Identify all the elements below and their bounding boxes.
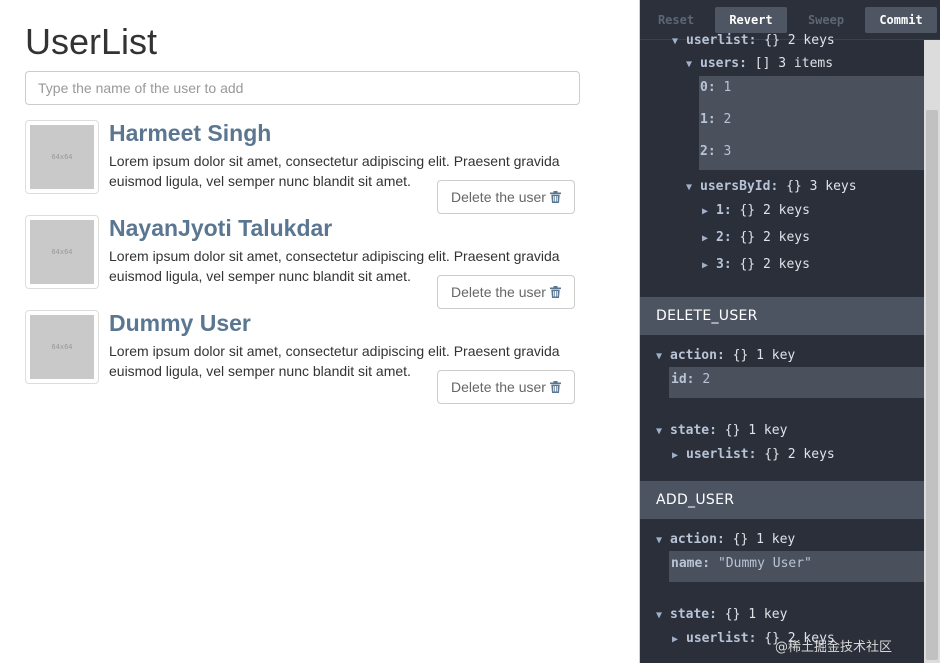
user-name: Dummy User bbox=[109, 310, 251, 336]
tree-item: 1: 2 bbox=[700, 109, 731, 131]
tree-node-users[interactable]: ▼ users: [] 3 items bbox=[686, 53, 833, 75]
action-header-add-user[interactable]: ADD_USER bbox=[640, 481, 924, 519]
user-card: 64x64 Harmeet Singh Lorem ipsum dolor si… bbox=[25, 120, 585, 214]
tree-key: usersById: bbox=[700, 179, 779, 194]
tree-item: id: 2 bbox=[671, 369, 710, 391]
devtools-scrollbar-thumb[interactable] bbox=[926, 110, 938, 660]
avatar-placeholder-label: 64x64 bbox=[51, 248, 73, 256]
userlist-app: UserList 64x64 Harmeet Singh Lorem ipsum… bbox=[0, 0, 640, 663]
tree-key: users: bbox=[700, 56, 747, 71]
tree-key: userlist: bbox=[686, 447, 757, 462]
tree-value: {} 2 keys bbox=[764, 447, 835, 462]
expand-arrow-icon: ▼ bbox=[656, 610, 663, 621]
tree-item: 2: 3 bbox=[700, 141, 731, 163]
user-name: Harmeet Singh bbox=[109, 120, 272, 146]
expand-arrow-icon: ▼ bbox=[672, 36, 679, 47]
expand-arrow-icon: ▼ bbox=[686, 59, 693, 70]
user-card: 64x64 NayanJyoti Talukdar Lorem ipsum do… bbox=[25, 215, 585, 309]
trash-icon bbox=[549, 191, 561, 203]
tree-value: {} 2 keys bbox=[764, 33, 835, 48]
tree-node-collapsed[interactable]: ▶ 2: {} 2 keys bbox=[702, 227, 810, 249]
tree-item: name: "Dummy User" bbox=[671, 553, 812, 575]
tree-key: 2: bbox=[716, 230, 732, 245]
tree-item: 0: 1 bbox=[700, 77, 731, 99]
tree-key: state: bbox=[670, 607, 717, 622]
tree-value: [] 3 items bbox=[754, 56, 834, 71]
tree-node-collapsed[interactable]: ▶ 3: {} 2 keys bbox=[702, 254, 810, 276]
tree-key: userlist: bbox=[686, 631, 757, 646]
tree-key: state: bbox=[670, 423, 717, 438]
tree-node-state[interactable]: ▼ state: {} 1 key bbox=[656, 420, 787, 442]
collapse-arrow-icon: ▶ bbox=[702, 260, 709, 271]
tree-node-state[interactable]: ▼ state: {} 1 key bbox=[656, 604, 787, 626]
collapse-arrow-icon: ▶ bbox=[702, 233, 709, 244]
tree-key: id: bbox=[671, 372, 695, 387]
avatar: 64x64 bbox=[25, 310, 99, 384]
tree-key: name: bbox=[671, 556, 711, 571]
tree-value: {} 1 key bbox=[724, 423, 788, 438]
tree-key: action: bbox=[670, 348, 725, 363]
tree-node-userlist[interactable]: ▼ userlist: {} 2 keys bbox=[672, 30, 835, 52]
delete-user-label: Delete the user bbox=[451, 284, 546, 300]
tree-value: {} 2 keys bbox=[739, 230, 810, 245]
delete-user-button[interactable]: Delete the user bbox=[437, 370, 575, 404]
tree-value: {} 1 key bbox=[732, 348, 796, 363]
tree-key: 1: bbox=[700, 112, 716, 127]
tree-key: 0: bbox=[700, 80, 716, 95]
delete-user-label: Delete the user bbox=[451, 379, 546, 395]
tree-node-action[interactable]: ▼ action: {} 1 key bbox=[656, 529, 795, 551]
tree-value: 2 bbox=[702, 372, 711, 387]
tree-node-collapsed[interactable]: ▶ userlist: {} 2 keys bbox=[672, 444, 835, 466]
tree-node-collapsed[interactable]: ▶ 1: {} 2 keys bbox=[702, 200, 810, 222]
tree-value: 2 bbox=[723, 112, 732, 127]
tree-node-usersbyid[interactable]: ▼ usersById: {} 3 keys bbox=[686, 176, 857, 198]
tree-value: 1 bbox=[723, 80, 732, 95]
tree-key: 2: bbox=[700, 144, 716, 159]
delete-user-button[interactable]: Delete the user bbox=[437, 275, 575, 309]
action-header-delete-user[interactable]: DELETE_USER bbox=[640, 297, 924, 335]
delete-user-button[interactable]: Delete the user bbox=[437, 180, 575, 214]
tree-value: {} 1 key bbox=[732, 532, 796, 547]
tree-value: 3 bbox=[723, 144, 732, 159]
tree-value: "Dummy User" bbox=[717, 556, 812, 571]
collapse-arrow-icon: ▶ bbox=[672, 450, 679, 461]
delete-user-label: Delete the user bbox=[451, 189, 546, 205]
avatar-placeholder-label: 64x64 bbox=[51, 153, 73, 161]
user-card: 64x64 Dummy User Lorem ipsum dolor sit a… bbox=[25, 310, 585, 404]
trash-icon bbox=[549, 286, 561, 298]
page-title: UserList bbox=[25, 21, 158, 62]
avatar-placeholder-image: 64x64 bbox=[30, 220, 94, 284]
tree-highlight bbox=[699, 76, 924, 170]
collapse-arrow-icon: ▶ bbox=[702, 206, 709, 217]
avatar-placeholder-label: 64x64 bbox=[51, 343, 73, 351]
tree-value: {} 2 keys bbox=[739, 257, 810, 272]
add-user-input[interactable] bbox=[25, 71, 580, 105]
avatar-placeholder-image: 64x64 bbox=[30, 315, 94, 379]
tree-value: {} 3 keys bbox=[786, 179, 857, 194]
tree-key: userlist: bbox=[686, 33, 757, 48]
expand-arrow-icon: ▼ bbox=[656, 426, 663, 437]
expand-arrow-icon: ▼ bbox=[656, 351, 663, 362]
avatar: 64x64 bbox=[25, 120, 99, 194]
tree-node-action[interactable]: ▼ action: {} 1 key bbox=[656, 345, 795, 367]
tree-value: {} 2 keys bbox=[739, 203, 810, 218]
tree-key: action: bbox=[670, 532, 725, 547]
tree-key: 1: bbox=[716, 203, 732, 218]
expand-arrow-icon: ▼ bbox=[656, 535, 663, 546]
avatar: 64x64 bbox=[25, 215, 99, 289]
tree-key: 3: bbox=[716, 257, 732, 272]
redux-devtools-panel: Reset Revert Sweep Commit ▼ userlist: {} … bbox=[640, 0, 940, 663]
tree-value: {} 1 key bbox=[724, 607, 788, 622]
collapse-arrow-icon: ▶ bbox=[672, 634, 679, 645]
watermark: @稀土掘金技术社区 bbox=[775, 640, 893, 655]
user-name: NayanJyoti Talukdar bbox=[109, 215, 333, 241]
avatar-placeholder-image: 64x64 bbox=[30, 125, 94, 189]
expand-arrow-icon: ▼ bbox=[686, 182, 693, 193]
trash-icon bbox=[549, 381, 561, 393]
commit-button[interactable]: Commit bbox=[865, 7, 937, 33]
